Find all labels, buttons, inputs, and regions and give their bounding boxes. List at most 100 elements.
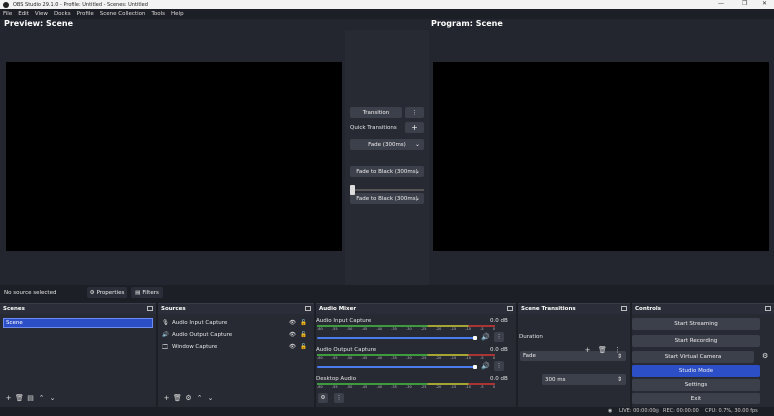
mixer-settings-button[interactable]: ⚙ bbox=[318, 393, 328, 403]
exit-button[interactable]: Exit bbox=[632, 393, 760, 404]
chevron-up-icon[interactable]: ⌃ bbox=[36, 393, 47, 403]
menu-edit[interactable]: Edit bbox=[18, 11, 29, 17]
maximize-button[interactable]: ❐ bbox=[742, 0, 747, 7]
menu-help[interactable]: Help bbox=[171, 11, 184, 17]
menu-file[interactable]: File bbox=[3, 11, 12, 17]
sources-toolbar: + 🗑 ⚙ ⌃ ⌄ bbox=[161, 393, 216, 403]
scene-item[interactable]: Scene bbox=[3, 318, 153, 328]
add-quick-transition-button[interactable]: + bbox=[405, 122, 424, 133]
properties-button[interactable]: ⚙ Properties bbox=[87, 287, 127, 298]
transitions-toolbar: + 🗑 ⋮ bbox=[582, 345, 623, 355]
tick: -30 bbox=[405, 385, 412, 389]
volume-slider[interactable] bbox=[317, 337, 477, 339]
tick: -50 bbox=[346, 356, 353, 360]
quick-transition-2[interactable]: Fade to Black (300ms) ⌄ bbox=[350, 166, 424, 177]
duration-spinbox[interactable]: 300 ms ⇕ bbox=[542, 374, 626, 385]
tick: -50 bbox=[346, 385, 353, 389]
tick: -20 bbox=[435, 385, 442, 389]
quick-transition-3[interactable]: Fade to Black (300ms) ⌄ bbox=[350, 193, 424, 204]
add-icon[interactable]: + bbox=[3, 393, 14, 403]
mixer-header: Audio Mixer bbox=[316, 304, 516, 314]
lock-icon[interactable]: 🔓 bbox=[300, 320, 307, 326]
menu-view[interactable]: View bbox=[35, 11, 48, 17]
gear-icon[interactable]: ⚙ bbox=[183, 393, 194, 403]
volume-slider[interactable] bbox=[317, 366, 477, 368]
filters-label: Filters bbox=[142, 289, 159, 296]
minimize-button[interactable]: — bbox=[718, 0, 724, 7]
tick: -25 bbox=[420, 327, 427, 331]
float-icon[interactable] bbox=[305, 306, 311, 311]
source-row[interactable]: 🗔 Window Capture 👁 🔓 bbox=[162, 341, 310, 353]
menu-scene-collection[interactable]: Scene Collection bbox=[100, 11, 146, 17]
scenes-toolbar: + 🗑 ▤ ⌃ ⌄ bbox=[3, 393, 58, 403]
filters-button[interactable]: ▤ Filters bbox=[131, 287, 163, 298]
tick: -45 bbox=[361, 385, 368, 389]
start-recording-button[interactable]: Start Recording bbox=[632, 335, 760, 347]
trash-icon[interactable]: 🗑 bbox=[172, 393, 183, 403]
quick-transitions-label: Quick Transitions bbox=[350, 125, 397, 131]
more-icon[interactable]: ⋮ bbox=[612, 345, 623, 355]
start-virtual-camera-button[interactable]: Start Virtual Camera bbox=[632, 351, 754, 363]
float-icon[interactable] bbox=[147, 306, 153, 311]
chevron-down-icon: ⌄ bbox=[414, 141, 420, 148]
chevron-down-icon[interactable]: ⌄ bbox=[47, 393, 58, 403]
tick: -60 bbox=[317, 327, 323, 331]
eye-icon[interactable]: 👁 bbox=[289, 320, 296, 326]
studio-mode-button[interactable]: Studio Mode bbox=[632, 365, 760, 377]
chevron-up-icon[interactable]: ⌃ bbox=[194, 393, 205, 403]
channel-menu-button[interactable]: ⋮ bbox=[494, 361, 504, 371]
eye-icon[interactable]: 👁 bbox=[289, 332, 296, 338]
tick: -35 bbox=[391, 356, 397, 360]
add-icon[interactable]: + bbox=[161, 393, 172, 403]
quick-transition-1[interactable]: Fade (300ms) ⌄ bbox=[350, 139, 424, 150]
close-button[interactable]: ✕ bbox=[762, 0, 767, 7]
program-canvas[interactable] bbox=[433, 62, 769, 251]
source-row[interactable]: 🔊 Audio Output Capture 👁 🔓 bbox=[162, 329, 310, 341]
add-icon[interactable]: + bbox=[582, 345, 593, 355]
tick: -5 bbox=[480, 327, 484, 331]
menu-tools[interactable]: Tools bbox=[151, 11, 165, 17]
properties-label: Properties bbox=[96, 289, 125, 296]
eye-icon[interactable]: 👁 bbox=[289, 344, 296, 350]
trash-icon[interactable]: 🗑 bbox=[14, 393, 25, 403]
float-icon[interactable] bbox=[507, 306, 513, 311]
chevron-down-icon: ⌄ bbox=[414, 195, 420, 202]
volume-slider-knob[interactable] bbox=[473, 365, 477, 369]
start-streaming-button[interactable]: Start Streaming bbox=[632, 318, 760, 330]
program-label: Program: Scene bbox=[431, 19, 503, 28]
t-bar-track[interactable] bbox=[350, 189, 424, 191]
transition-more-button[interactable]: ⋮ bbox=[405, 107, 424, 118]
lock-icon[interactable]: 🔓 bbox=[300, 344, 307, 350]
tick: 0 bbox=[492, 385, 495, 389]
mixer-menu-button[interactable]: ⋮ bbox=[334, 393, 344, 403]
menu-profile[interactable]: Profile bbox=[77, 11, 94, 17]
speaker-icon[interactable]: 🔊 bbox=[481, 333, 490, 341]
menu-docks[interactable]: Docks bbox=[54, 11, 71, 17]
settings-button[interactable]: Settings bbox=[632, 379, 760, 391]
menu-bar: File Edit View Docks Profile Scene Colle… bbox=[0, 9, 774, 19]
meter-ticks: -60 -55 -50 -45 -40 -35 -30 -25 -20 -15 -10 -5 0 bbox=[317, 327, 495, 331]
obs-logo-icon bbox=[3, 1, 9, 8]
chevron-down-icon[interactable]: ⌄ bbox=[205, 393, 216, 403]
float-icon[interactable] bbox=[621, 306, 627, 311]
channel-menu-button[interactable]: ⋮ bbox=[494, 332, 504, 342]
speaker-icon[interactable]: 🔊 bbox=[481, 362, 490, 370]
mixer-title: Audio Mixer bbox=[319, 306, 357, 312]
tick: -55 bbox=[331, 356, 338, 360]
tick: -5 bbox=[480, 385, 484, 389]
gear-icon[interactable]: ⚙ bbox=[762, 352, 768, 360]
transition-button[interactable]: Transition bbox=[350, 107, 402, 118]
filter-icon[interactable]: ▤ bbox=[25, 393, 36, 403]
volume-slider-knob[interactable] bbox=[473, 336, 477, 340]
sources-header: Sources bbox=[158, 304, 314, 314]
duration-label: Duration bbox=[519, 334, 543, 340]
trash-icon[interactable]: 🗑 bbox=[597, 345, 608, 355]
microphone-icon: 🎙 bbox=[162, 320, 169, 326]
tick: -30 bbox=[405, 356, 412, 360]
float-icon[interactable] bbox=[765, 306, 771, 311]
scenes-title: Scenes bbox=[3, 306, 25, 312]
t-bar-handle[interactable] bbox=[350, 185, 355, 195]
preview-canvas[interactable] bbox=[6, 62, 342, 251]
lock-icon[interactable]: 🔓 bbox=[300, 332, 307, 338]
source-row[interactable]: 🎙 Audio Input Capture 👁 🔓 bbox=[162, 317, 310, 329]
